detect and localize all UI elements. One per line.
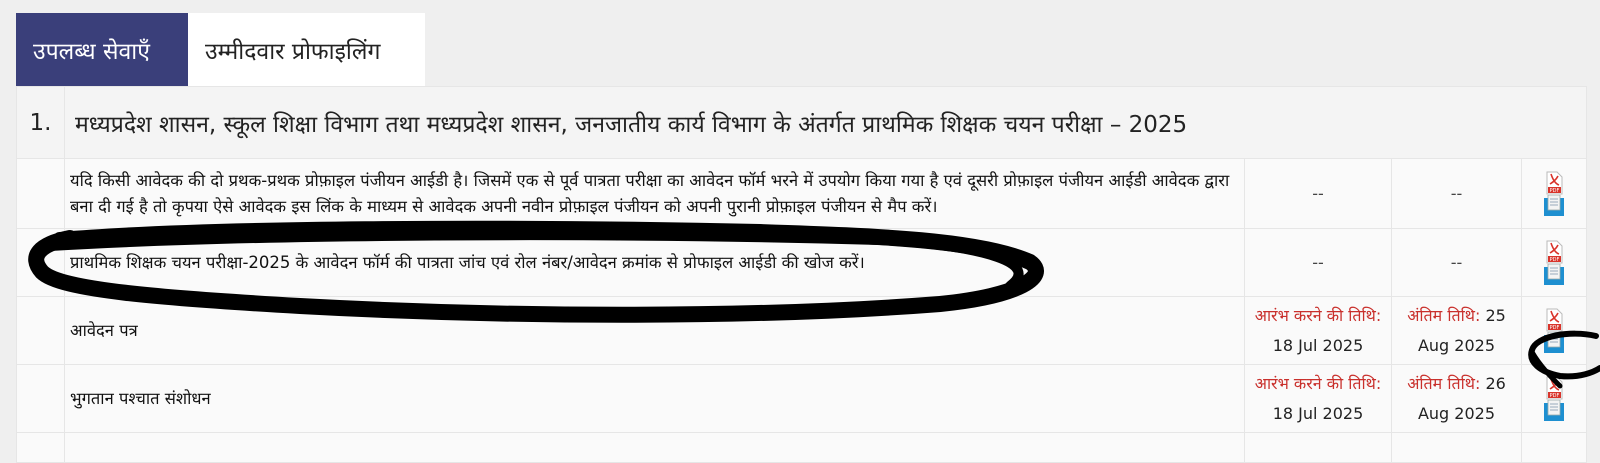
end-date: अंतिम तिथि: 25 Aug 2025	[1391, 296, 1522, 365]
end-date: --	[1391, 228, 1522, 297]
tab-label: उम्मीदवार प्रोफाइलिंग	[205, 38, 381, 65]
document-icon[interactable]	[1543, 399, 1565, 422]
start-date: --	[1244, 158, 1392, 229]
section-title: मध्यप्रदेश शासन, स्कूल शिक्षा विभाग तथा …	[64, 86, 1587, 159]
pdf-icon-text: PDF	[1550, 393, 1560, 399]
service-link-post-payment-correction[interactable]: भुगतान पश्चात संशोधन	[64, 364, 1245, 433]
section-header-row: 1. मध्यप्रदेश शासन, स्कूल शिक्षा विभाग त…	[16, 86, 1587, 159]
icon-cell: PDF	[1521, 296, 1587, 365]
service-link-application-form[interactable]: आवेदन पत्र	[64, 296, 1245, 365]
start-date: आरंभ करने की तिथि: 18 Jul 2025	[1244, 296, 1392, 365]
start-date-value: 18 Jul 2025	[1272, 403, 1364, 423]
tab-available-services[interactable]: उपलब्ध सेवाएँ	[16, 13, 188, 86]
table-row: आवेदन पत्र आरंभ करने की तिथि: 18 Jul 202…	[16, 296, 1587, 365]
end-date-label: अंतिम तिथि:	[1407, 373, 1481, 393]
services-table: 1. मध्यप्रदेश शासन, स्कूल शिक्षा विभाग त…	[16, 86, 1587, 463]
tab-bar: उपलब्ध सेवाएँ उम्मीदवार प्रोफाइलिंग	[16, 13, 425, 86]
table-row: प्राथमिक शिक्षक चयन परीक्षा-2025 के आवेद…	[16, 228, 1587, 297]
start-date: --	[1244, 228, 1392, 297]
services-panel: 1. मध्यप्रदेश शासन, स्कूल शिक्षा विभाग त…	[16, 86, 1587, 463]
start-date: आरंभ करने की तिथि: 18 Jul 2025	[1244, 364, 1392, 433]
end-date-label: अंतिम तिथि:	[1407, 305, 1481, 325]
document-icon[interactable]	[1543, 331, 1565, 354]
pdf-icon-text: PDF	[1550, 325, 1560, 331]
section-number: 1.	[16, 86, 65, 159]
document-icon[interactable]	[1543, 194, 1565, 217]
table-row: यदि किसी आवेदक की दो प्रथक-प्रथक प्रोफ़ा…	[16, 158, 1587, 229]
pdf-icon-text: PDF	[1550, 188, 1560, 194]
start-date-value: 18 Jul 2025	[1272, 335, 1364, 355]
end-date: --	[1391, 158, 1522, 229]
start-date-label: आरंभ करने की तिथि:	[1254, 373, 1382, 393]
service-link-profile-map[interactable]: यदि किसी आवेदक की दो प्रथक-प्रथक प्रोफ़ा…	[64, 158, 1245, 229]
icon-cell: PDF	[1521, 364, 1587, 433]
document-icon[interactable]	[1543, 263, 1565, 286]
pdf-icon-text: PDF	[1550, 257, 1560, 263]
end-date: अंतिम तिथि: 26 Aug 2025	[1391, 364, 1522, 433]
icon-cell: PDF	[1521, 158, 1587, 229]
tab-candidate-profiling[interactable]: उम्मीदवार प्रोफाइलिंग	[188, 13, 425, 86]
pdf-icon[interactable]: PDF	[1544, 240, 1564, 264]
pdf-icon[interactable]: PDF	[1544, 308, 1564, 332]
start-date-label: आरंभ करने की तिथि:	[1254, 305, 1382, 325]
pdf-icon[interactable]: PDF	[1544, 376, 1564, 400]
pdf-icon[interactable]: PDF	[1544, 171, 1564, 195]
service-link-eligibility-search[interactable]: प्राथमिक शिक्षक चयन परीक्षा-2025 के आवेद…	[64, 228, 1245, 297]
icon-cell: PDF	[1521, 228, 1587, 297]
table-row-partial	[16, 432, 1587, 463]
tab-label: उपलब्ध सेवाएँ	[33, 38, 150, 65]
table-row: भुगतान पश्चात संशोधन आरंभ करने की तिथि: …	[16, 364, 1587, 433]
